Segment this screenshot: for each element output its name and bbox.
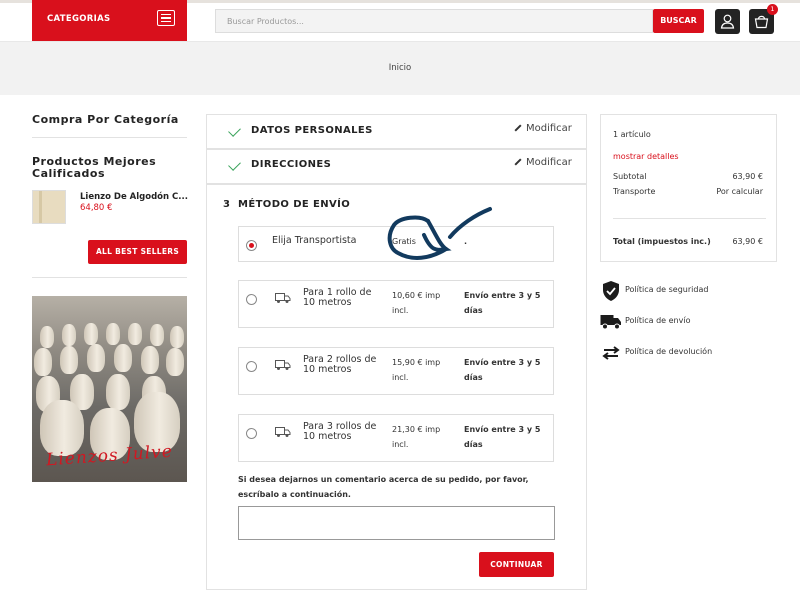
total-label: Total (impuestos inc.)	[613, 237, 711, 246]
order-summary: 1 artículo mostrar detalles Subtotal 63,…	[600, 114, 777, 262]
shipping-option-price-line2: incl.	[392, 440, 409, 449]
shipping-option-price: 10,60 € imp incl.	[392, 288, 440, 318]
shipping-policy-link[interactable]: Política de envío	[600, 311, 780, 333]
pencil-icon	[514, 124, 522, 132]
shipping-option-name-line2: 10 metros	[303, 364, 352, 375]
shipping-option[interactable]: Para 3 rollos de 10 metros 21,30 € imp inc…	[238, 414, 554, 462]
modify-addresses-link[interactable]: Modificar	[514, 157, 572, 168]
checkmark-icon	[228, 158, 241, 171]
step-shipping-title: MÉTODO DE ENVÍO	[238, 199, 351, 210]
shipping-option-delay: .	[464, 237, 468, 246]
shipping-option-name: Elija Transportista	[272, 235, 357, 246]
shipping-option-delay: Envío entre 3 y 5 días	[464, 422, 540, 452]
shipping-option-price-line2: incl.	[392, 373, 409, 382]
shipping-option-price: 15,90 € imp incl.	[392, 355, 440, 385]
user-icon	[720, 14, 735, 29]
shipping-label: Transporte	[613, 187, 656, 196]
search-button[interactable]: BUSCAR	[653, 9, 704, 33]
show-details-link[interactable]: mostrar detalles	[613, 152, 679, 161]
modify-personal-data-link[interactable]: Modificar	[514, 123, 572, 134]
comment-label: Si desea dejarnos un comentario acerca d…	[238, 472, 558, 502]
shipping-option-delay-line1: Envío entre 3 y 5	[464, 425, 541, 434]
security-policy-link[interactable]: Política de seguridad	[600, 280, 780, 302]
step-personal-data-title: DATOS PERSONALES	[251, 125, 373, 136]
shipping-option-price: Gratis	[392, 237, 416, 246]
shipping-option-name: Para 1 rollo de 10 metros	[303, 288, 371, 308]
breadcrumb-home-link[interactable]: Inicio	[0, 63, 800, 73]
step-number: 3	[223, 199, 231, 210]
product-name-link[interactable]: Lienzo De Algodón C...	[80, 192, 188, 202]
shipping-option[interactable]: Para 1 rollo de 10 metros 10,60 € imp incl…	[238, 280, 554, 328]
shipping-option-price-line1: 15,90 € imp	[392, 358, 441, 367]
shipping-option-delay-line1: Envío entre 3 y 5	[464, 358, 541, 367]
step-personal-data[interactable]: DATOS PERSONALES Modificar	[206, 114, 587, 149]
checkmark-icon	[228, 124, 241, 137]
promo-banner-image[interactable]: Lienzos Julve	[32, 296, 187, 482]
shipping-option-name: Para 3 rollos de 10 metros	[303, 422, 376, 442]
subtotal-label: Subtotal	[613, 172, 647, 181]
shipping-option-delay: Envío entre 3 y 5 días	[464, 355, 540, 385]
subtotal-value: 63,90 €	[732, 172, 763, 181]
shipping-option-delay-line2: días	[464, 440, 483, 449]
summary-item-count: 1 artículo	[613, 130, 651, 139]
shipping-option-delay-line2: días	[464, 373, 483, 382]
search-input[interactable]: Buscar Productos...	[215, 9, 653, 33]
shipping-option[interactable]: Para 2 rollos de 10 metros 15,90 € imp inc…	[238, 347, 554, 395]
cart-button[interactable]: 1	[749, 4, 778, 34]
shipping-policy-label: Política de envío	[625, 316, 691, 325]
shipping-radio[interactable]	[246, 428, 257, 439]
step-addresses-title: DIRECCIONES	[251, 159, 332, 170]
shipping-option-name-line2: 10 metros	[303, 431, 352, 442]
all-best-sellers-button[interactable]: ALL BEST SELLERS	[88, 240, 187, 264]
shipping-value: Por calcular	[716, 187, 763, 196]
best-rated-heading: Productos Mejores Calificados	[32, 156, 156, 180]
best-rated-heading-line2: Calificados	[32, 167, 106, 180]
exchange-arrows-icon	[602, 346, 620, 360]
comment-textarea[interactable]	[238, 506, 555, 540]
truck-icon	[600, 315, 621, 330]
shipping-option-delay: Envío entre 3 y 5 días	[464, 288, 540, 318]
sidebar-divider	[32, 277, 187, 278]
comment-label-line2: escríbalo a continuación.	[238, 490, 351, 499]
shipping-option-price: 21,30 € imp incl.	[392, 422, 440, 452]
shipping-option-delay-line2: días	[464, 306, 483, 315]
truck-icon	[275, 293, 291, 303]
sidebar-divider	[32, 137, 187, 138]
account-button[interactable]	[715, 9, 740, 34]
categories-button[interactable]: CATEGORIAS	[32, 0, 187, 41]
shipping-option-delay-line1: Envío entre 3 y 5	[464, 291, 541, 300]
menu-icon	[157, 10, 175, 26]
shipping-option-name: Para 2 rollos de 10 metros	[303, 355, 376, 375]
truck-icon	[275, 360, 291, 370]
return-policy-link[interactable]: Política de devolución	[600, 342, 780, 364]
summary-divider	[613, 218, 766, 219]
continue-button[interactable]: CONTINUAR	[479, 552, 554, 577]
modify-label: Modificar	[526, 157, 572, 168]
shipping-option-price-line1: 21,30 € imp	[392, 425, 441, 434]
security-policy-label: Política de seguridad	[625, 285, 709, 294]
comment-label-line1: Si desea dejarnos un comentario acerca d…	[238, 475, 529, 484]
shield-check-icon	[603, 281, 619, 301]
shipping-option-price-line2: incl.	[392, 306, 409, 315]
total-value: 63,90 €	[732, 237, 763, 246]
product-price: 64,80 €	[80, 203, 113, 213]
shipping-option-name-line2: 10 metros	[303, 297, 352, 308]
shipping-radio[interactable]	[246, 361, 257, 372]
shipping-option[interactable]: Elija Transportista Gratis .	[238, 226, 554, 262]
shipping-option-price-line1: 10,60 € imp	[392, 291, 441, 300]
categories-heading[interactable]: Compra Por Categoría	[32, 113, 179, 126]
product-thumbnail[interactable]	[32, 190, 66, 224]
categories-label: CATEGORIAS	[47, 14, 111, 24]
shipping-radio[interactable]	[246, 240, 257, 251]
pencil-icon	[514, 158, 522, 166]
truck-icon	[275, 427, 291, 437]
cart-count-badge: 1	[767, 4, 778, 15]
shipping-radio[interactable]	[246, 294, 257, 305]
return-policy-label: Política de devolución	[625, 347, 713, 356]
breadcrumb-bar: Inicio	[0, 42, 800, 95]
modify-label: Modificar	[526, 123, 572, 134]
step-addresses[interactable]: DIRECCIONES Modificar	[206, 149, 587, 184]
